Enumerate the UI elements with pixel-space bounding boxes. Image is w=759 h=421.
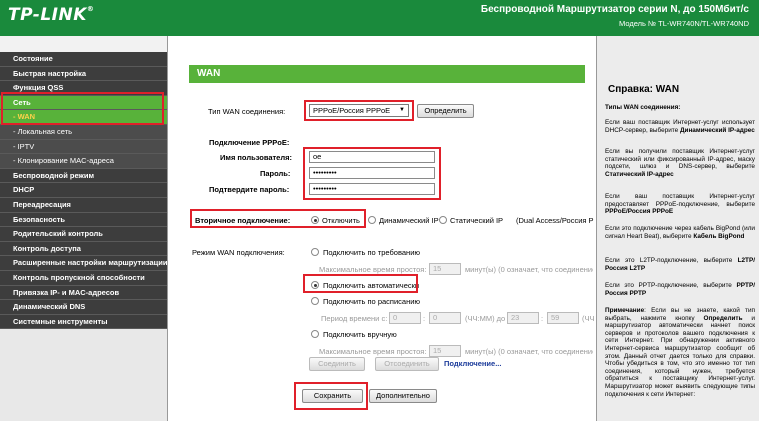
secondary-static-ip-radio[interactable] [439, 216, 447, 224]
help-pppoe: Если ваш поставщик Интернет-услуг предос… [605, 193, 755, 216]
help-note: Примечание: Если вы не знаете, какой тип… [605, 307, 755, 398]
max-idle-label: Максимальное время простоя: [319, 265, 427, 274]
period-unit-2: (ЧЧ [582, 314, 594, 323]
help-panel: Справка: WAN Типы WAN соединения: Если в… [596, 36, 759, 421]
max-idle-unit: минут(ы) (0 означает, что соединение [465, 265, 593, 274]
help-pptp: Если это PPTP-подключение, выберите PPTP… [605, 282, 755, 297]
secondary-dual-access-label: (Dual Access/Россия P [516, 216, 594, 225]
help-dynamic-ip: Если ваш поставщик Интернет-услуг исполь… [605, 119, 755, 134]
secondary-dynamic-ip-radio[interactable] [368, 216, 376, 224]
sidebar-item-dynamic-dns[interactable]: Динамический DNS [0, 300, 167, 315]
header-banner: TP-LINK® Беспроводной Маршрутизатор сери… [0, 0, 759, 36]
mode-schedule-label: Подключить по расписанию [323, 297, 421, 306]
highlight-mode-auto [303, 274, 418, 293]
max-idle-2-input[interactable]: 15 [429, 345, 461, 357]
router-title: Беспроводной Маршрутизатор серии N, до 1… [480, 4, 749, 15]
mode-schedule-radio[interactable] [311, 297, 319, 305]
max-idle-input[interactable]: 15 [429, 263, 461, 275]
section-title: WAN [189, 65, 585, 83]
highlight-save [294, 382, 368, 410]
highlight-secondary [190, 209, 366, 228]
sidebar-item-security[interactable]: Безопасность [0, 212, 167, 228]
sidebar-item-status[interactable]: Состояние [0, 52, 167, 67]
conn-type-label: Тип WAN соединения: [208, 107, 286, 116]
mode-on-demand-radio[interactable] [311, 248, 319, 256]
mode-on-demand-label: Подключить по требованию [323, 248, 421, 257]
period-label: Период времени с: [321, 314, 388, 323]
period-unit: (ЧЧ:ММ) до [465, 314, 506, 323]
sidebar-item-lan[interactable]: - Локальная сеть [0, 124, 167, 140]
period-to-hour[interactable]: 23 [507, 312, 539, 324]
mode-manual-label: Подключить вручную [323, 330, 397, 339]
sidebar-item-quick-setup[interactable]: Быстрая настройка [0, 66, 167, 82]
sidebar-item-system-tools[interactable]: Системные инструменты [0, 314, 167, 330]
main-panel: WAN Тип WAN соединения: PPPoE/Россия PPP… [169, 36, 595, 421]
help-static-ip: Если вы получили поставщик Интернет-услу… [605, 148, 755, 178]
sidebar-item-advanced-routing[interactable]: Расширенные настройки маршрутизации [0, 256, 167, 271]
period-from-minute[interactable]: 0 [429, 312, 461, 324]
highlight-credentials [303, 147, 441, 200]
sidebar-item-bandwidth-control[interactable]: Контроль пропускной способности [0, 270, 167, 286]
detect-button[interactable]: Определить [417, 104, 474, 118]
password-label: Пароль: [260, 169, 291, 178]
highlight-conn-type [304, 100, 414, 121]
sidebar-item-ip-mac-binding[interactable]: Привязка IP- и MAC-адресов [0, 285, 167, 301]
disconnect-button[interactable]: Отсоединить [375, 357, 439, 371]
sidebar-item-wireless[interactable]: Беспроводной режим [0, 168, 167, 184]
highlight-network-wan [1, 92, 164, 125]
period-to-minute[interactable]: 59 [547, 312, 579, 324]
pppoe-label: Подключение PPPoE: [209, 138, 290, 147]
sidebar-item-mac-clone[interactable]: - Клонирование MAC-адреса [0, 154, 167, 169]
help-bigpond: Если это подключение через кабель BigPon… [605, 225, 755, 240]
help-conn-types: Типы WAN соединения: [605, 104, 681, 111]
advanced-button[interactable]: Дополнительно [369, 389, 437, 403]
sidebar-item-iptv[interactable]: - IPTV [0, 139, 167, 155]
sidebar-item-access-control[interactable]: Контроль доступа [0, 241, 167, 257]
secondary-dynamic-ip-label: Динамический IP [379, 216, 439, 225]
connection-status-link[interactable]: Подключение... [444, 359, 501, 368]
router-model: Модель № TL-WR740N/TL-WR740ND [619, 19, 749, 28]
mode-manual-radio[interactable] [311, 330, 319, 338]
connect-button[interactable]: Соединить [309, 357, 365, 371]
period-from-hour[interactable]: 0 [389, 312, 421, 324]
help-title: Справка: WAN [608, 84, 680, 95]
sidebar-item-dhcp[interactable]: DHCP [0, 183, 167, 198]
secondary-static-ip-label: Статический IP [450, 216, 504, 225]
tp-link-logo: TP-LINK® [8, 5, 95, 25]
help-l2tp: Если это L2TP-подключение, выберите L2TP… [605, 257, 755, 272]
max-idle-2-unit: минут(ы) (0 означает, что соединение [465, 347, 593, 356]
sidebar-item-parental-control[interactable]: Родительский контроль [0, 227, 167, 242]
max-idle-2-label: Максимальное время простоя: [319, 347, 427, 356]
wan-mode-label: Режим WAN подключения: [192, 248, 285, 257]
sidebar-item-forwarding[interactable]: Переадресация [0, 197, 167, 213]
confirm-password-label: Подтвердите пароль: [209, 185, 290, 194]
username-label: Имя пользователя: [220, 153, 292, 162]
